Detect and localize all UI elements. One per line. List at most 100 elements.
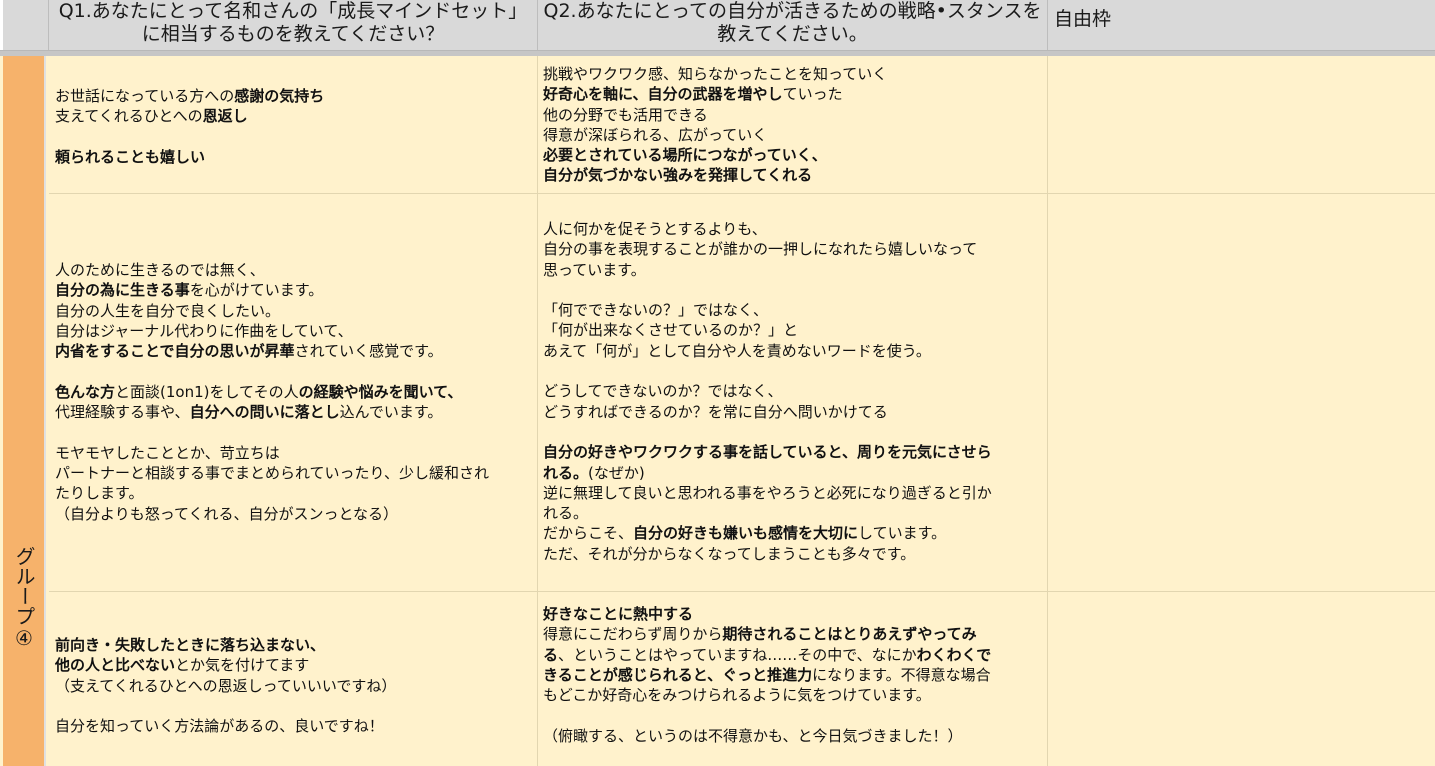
cell-text-line: 色んな方と面談(1on1)をしてその人の経験や悩みを聞いて、 — [55, 382, 535, 402]
text-run: 自分の人生を自分で良くしたい。 — [55, 301, 281, 320]
cell-text-line: 自分を知っていく方法論があるの、良いですね！ — [55, 716, 535, 736]
bold-text-run: 必要とされている場所につながっていく、 — [543, 146, 827, 165]
bold-text-run: 自分の好きも嫌いも感情を大切に — [633, 524, 859, 543]
group-cell[interactable]: グループ④ — [3, 56, 46, 766]
row2-free-cell[interactable] — [1049, 194, 1435, 590]
cell-text-line: 好奇心を軸に、自分の武器を増やしていった — [543, 84, 1045, 104]
cell-text-line: もどこか好奇心をみつけられるように気をつけています。 — [543, 685, 1045, 705]
cell-text-line: どうすればできるのか？を常に自分へ問いかけてる — [543, 402, 1045, 422]
cell-text-line: 思っています。 — [543, 260, 1045, 280]
row3-free-cell[interactable] — [1049, 592, 1435, 766]
cell-text-line: れる。(なぜか) — [543, 463, 1045, 483]
text-run: されていく感覚です。 — [294, 342, 443, 361]
row2-q2-cell[interactable]: 人に何かを促そうとするよりも、自分の事を表現することが誰かの一押しになれたら嬉し… — [543, 219, 1045, 564]
bold-text-run: る — [543, 645, 559, 664]
cell-text-line: 自分が気づかない強みを発揮してくれる — [543, 165, 1045, 185]
bold-text-run: 恩返し — [202, 107, 248, 126]
cell-text-line — [543, 422, 1045, 442]
row1-q1-cell[interactable]: お世話になっている方への感謝の気持ち 支えてくれるひとへの恩返し 頼られることも嬉… — [55, 86, 535, 167]
cell-text-line: 自分の人生を自分で良くしたい。 — [55, 301, 535, 321]
text-run: 「何が出来なくさせているのか？」と — [543, 321, 799, 340]
header-q1-text: Q1.あなたにとって名和さんの「成長マインドセット」に相当するものを教えてくださ… — [58, 0, 528, 45]
cell-text-line: （支えてくれるひとへの恩返しっていいいですね） — [55, 676, 535, 696]
bold-text-run: 他の人と比べない — [55, 656, 176, 675]
cell-text-line: 「何が出来なくさせているのか？」と — [543, 320, 1045, 340]
row3-q1-cell[interactable]: 前向き・失敗したときに落ち込まない、 他の人と比べないとか気を付けてます （支えてく… — [55, 635, 535, 736]
text-run: ていった — [782, 85, 843, 104]
cell-text-line: 内省をすることで自分の思いが昇華されていく感覚です。 — [55, 341, 535, 361]
text-run: お世話になっている方への — [55, 87, 235, 105]
text-run: たりします。 — [55, 484, 144, 503]
cell-text-line: 好きなことに熱中する — [543, 604, 1045, 624]
text-run: 自分の事を表現することが誰かの一押しになれたら嬉しいなって — [543, 240, 978, 259]
text-run: れる。 — [543, 504, 589, 523]
cell-text-line — [55, 361, 535, 381]
cell-text-line: 他の人と比べないとか気を付けてます — [55, 655, 535, 675]
cell-text-line: 「何でできないの？」ではなく、 — [543, 300, 1045, 320]
bold-text-run: 頼られることも嬉しい — [55, 147, 206, 166]
cell-text-line: れる。 — [543, 503, 1045, 523]
bold-text-run: 自分が気づかない強みを発揮してくれる — [543, 166, 813, 185]
text-run: (なぜか) — [588, 463, 645, 482]
cell-text-line: 自分の好きやワクワクする事を話していると、周りを元気にさせら — [543, 442, 1045, 462]
text-run: 代理経験する事や、 — [55, 403, 190, 422]
text-run: （俯瞰する、というのは不得意かも、と今日気づきました！） — [543, 726, 963, 745]
row2-q1-cell[interactable]: 人のために生きるのでは無く、 自分の為に生きる事を心がけています。 自分の人生を自分… — [55, 260, 535, 524]
header-corner-cell[interactable] — [0, 0, 49, 50]
cell-text-line: モヤモヤしたこととか、苛立ちは — [55, 443, 535, 463]
header-free-text: 自由枠 — [1054, 8, 1112, 30]
text-run: 人に何かを促そうとするよりも、 — [543, 220, 767, 238]
text-run: だからこそ、 — [543, 524, 634, 543]
cell-text-line — [55, 696, 535, 716]
cell-text-line: 支えてくれるひとへの恩返し — [55, 106, 535, 126]
bold-text-run: 色んな方 — [55, 382, 116, 401]
text-run: もどこか好奇心をみつけられるように気をつけています。 — [543, 686, 931, 705]
bold-text-run: 自分への問いに落とし — [189, 403, 340, 422]
header-cell-q2[interactable]: Q2.あなたにとっての自分が活きるための戦略•スタンスを教えてください。 — [538, 0, 1048, 50]
text-run: （支えてくれるひとへの恩返しっていいいですね） — [55, 676, 397, 695]
cell-text-line: どうしてできないのか？ではなく、 — [543, 381, 1045, 401]
cell-text-line: あえて「何が」として自分や人を責めないワードを使う。 — [543, 341, 1045, 361]
cell-text-line: ただ、それが分からなくなってしまうことも多々です。 — [543, 544, 1045, 564]
text-run: 逆に無理して良いと思われる事をやろうと必死になり過ぎると引か — [543, 483, 992, 502]
cell-text-line — [55, 127, 535, 147]
row1-free-cell[interactable] — [1049, 57, 1435, 192]
row3-q2-cell[interactable]: 好きなことに熱中する 得意にこだわらず周りから期待されることはとりあえずやってみる… — [543, 604, 1045, 746]
cell-text-line: だからこそ、自分の好きも嫌いも感情を大切にしています。 — [543, 523, 1045, 543]
cell-text-line: 挑戦やワクワク感、知らなかったことを知っていく — [543, 64, 1045, 84]
bold-text-run: 自分の為に生きる事 — [55, 281, 190, 300]
header-cell-free[interactable]: 自由枠 — [1048, 0, 1435, 50]
text-run: を心がけています。 — [189, 281, 324, 300]
cell-text-line — [55, 422, 535, 442]
cell-text-line — [543, 705, 1045, 725]
cell-text-line — [543, 361, 1045, 381]
bold-text-run: 期待されることはとりあえずやってみ — [722, 625, 977, 644]
cell-text-line: （俯瞰する、というのは不得意かも、と今日気づきました！） — [543, 726, 1045, 746]
cell-text-line: たりします。 — [55, 483, 535, 503]
text-run: モヤモヤしたこととか、苛立ちは — [55, 443, 280, 462]
bold-text-run: 好奇心を軸に、自分の武器を増やし — [543, 85, 783, 104]
bold-text-run: れる。 — [543, 463, 589, 482]
text-run: 思っています。 — [543, 260, 646, 279]
group-label: グループ④ — [12, 546, 36, 650]
text-run: どうすればできるのか？を常に自分へ問いかけてる — [543, 402, 888, 421]
text-run: になります。不得意な場合 — [812, 665, 991, 684]
text-run: 支えてくれるひとへの — [55, 107, 203, 126]
text-run: あえて「何が」として自分や人を責めないワードを使う。 — [543, 341, 931, 360]
text-run: パートナーと相談する事でまとめられていったり、少し緩和され — [55, 463, 489, 482]
text-run: と面談(1on1)をしてその人 — [115, 382, 299, 401]
text-run: 挑戦やワクワク感、知らなかったことを知っていく — [543, 65, 888, 83]
header-cell-q1[interactable]: Q1.あなたにとって名和さんの「成長マインドセット」に相当するものを教えてくださ… — [49, 0, 538, 50]
cell-text-line — [543, 280, 1045, 300]
cell-text-line: る、ということはやっていますね……その中で、なにかわくわくで — [543, 645, 1045, 665]
row1-q2-cell[interactable]: 挑戦やワクワク感、知らなかったことを知っていく 好奇心を軸に、自分の武器を増やして… — [543, 64, 1045, 186]
cell-text-line: （自分よりも怒ってくれる、自分がスンっとなる） — [55, 504, 535, 524]
text-run: ただ、それが分からなくなってしまうことも多々です。 — [543, 544, 916, 563]
text-run: 自分を知っていく方法論があるの、良いですね！ — [55, 717, 384, 736]
bold-text-run: 好きなことに熱中する — [543, 605, 694, 623]
text-run: 他の分野でも活用できる — [543, 105, 708, 124]
text-run: 得意にこだわらず周りから — [543, 625, 723, 644]
cell-text-line: 頼られることも嬉しい — [55, 147, 535, 167]
cell-text-line: 逆に無理して良いと思われる事をやろうと必死になり過ぎると引か — [543, 483, 1045, 503]
cell-text-line: 自分はジャーナル代わりに作曲をしていて、 — [55, 321, 535, 341]
